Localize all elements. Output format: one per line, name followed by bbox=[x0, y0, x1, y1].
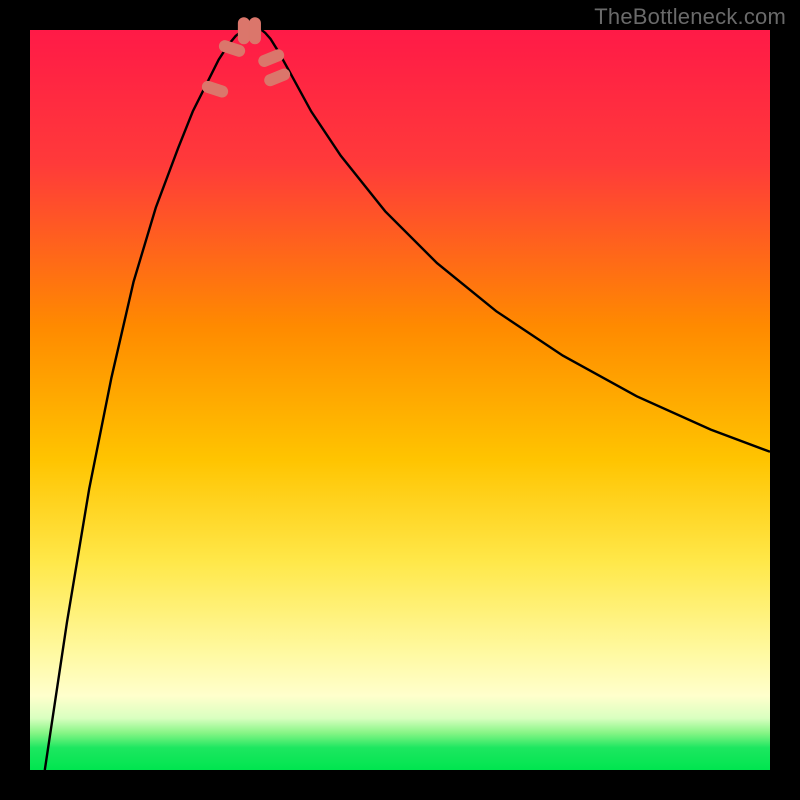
marker-2 bbox=[238, 18, 249, 44]
watermark-text: TheBottleneck.com bbox=[594, 4, 786, 30]
chart-stage: TheBottleneck.com bbox=[0, 0, 800, 800]
bottleneck-chart bbox=[0, 0, 800, 800]
plot-background bbox=[30, 30, 770, 770]
marker-3 bbox=[249, 18, 260, 44]
